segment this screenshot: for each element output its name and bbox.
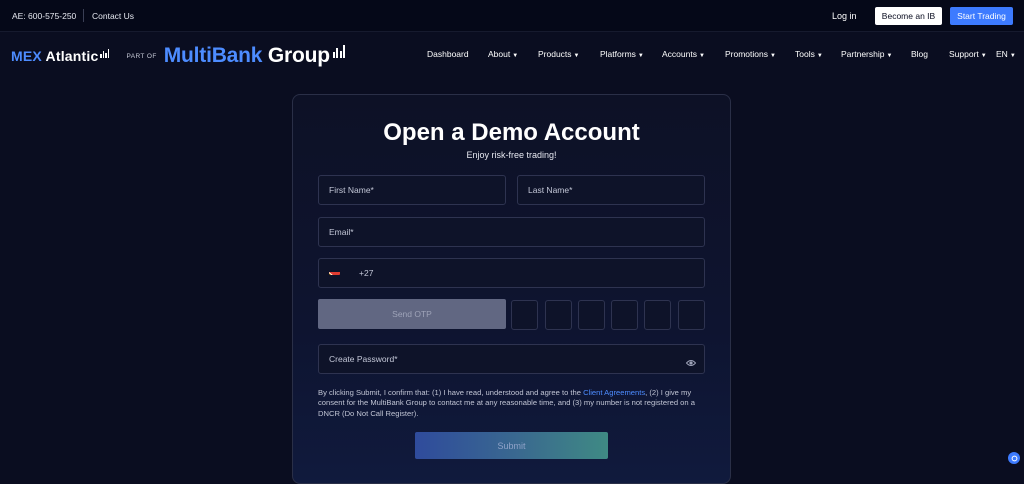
caret-down-icon: ▼: [1009, 53, 1016, 59]
password-field[interactable]: Create Password*: [318, 344, 705, 374]
send-otp-button[interactable]: Send OTP: [318, 299, 506, 329]
nav-label: Dashboard: [427, 49, 469, 59]
nav-label: EN: [996, 49, 1008, 59]
otp-digit-input[interactable]: [644, 300, 671, 330]
nav-item-tools[interactable]: Tools ▼: [795, 49, 823, 59]
email-field[interactable]: Email*: [318, 217, 705, 247]
eye-icon[interactable]: [685, 354, 697, 366]
nav-item-products[interactable]: Products ▼: [538, 49, 580, 59]
phone-number[interactable]: AE: 600-575-250: [12, 11, 76, 21]
nav-item-dashboard[interactable]: Dashboard: [427, 49, 471, 59]
phone-field[interactable]: +27: [318, 258, 705, 288]
nav-label: Partnership: [841, 49, 885, 59]
caret-down-icon: ▼: [816, 53, 823, 59]
contact-us-link[interactable]: Contact Us: [92, 11, 134, 21]
last-name-field[interactable]: Last Name*: [517, 175, 705, 205]
language-selector[interactable]: EN ▼: [996, 49, 1016, 59]
divider: [83, 9, 84, 22]
login-link[interactable]: Log in: [832, 11, 857, 21]
nav-item-accounts[interactable]: Accounts ▼: [662, 49, 705, 59]
nav-label: Support: [949, 49, 979, 59]
form-title: Open a Demo Account: [383, 119, 640, 146]
nav-label: Blog: [911, 49, 929, 59]
nav-label: Products: [538, 49, 572, 59]
consent-text: By clicking Submit, I confirm that: (1) …: [318, 388, 710, 419]
otp-digit-input[interactable]: [678, 300, 705, 330]
caret-down-icon: ▼: [886, 53, 893, 59]
nav-item-support[interactable]: Support ▼: [949, 49, 987, 59]
nav-item-about[interactable]: About ▼: [488, 49, 518, 59]
nav-label: About: [488, 49, 511, 59]
nav-label: Tools: [795, 49, 815, 59]
caret-down-icon: ▼: [512, 53, 519, 59]
nav-menu: Dashboard About ▼ Products ▼ Platforms ▼ Ac…: [0, 32, 1024, 78]
otp-digit-input[interactable]: [611, 300, 638, 330]
caret-down-icon: ▼: [698, 53, 705, 59]
nav-label: Accounts: [662, 49, 697, 59]
chat-icon[interactable]: [1008, 452, 1020, 464]
submit-button[interactable]: Submit: [415, 432, 608, 459]
become-ib-button[interactable]: Become an IB: [875, 7, 942, 25]
otp-digit-input[interactable]: [578, 300, 605, 330]
form-subtitle: Enjoy risk-free trading!: [466, 150, 557, 160]
nav-label: Promotions: [725, 49, 768, 59]
caret-down-icon: ▼: [573, 53, 580, 59]
nav-item-partnership[interactable]: Partnership ▼: [841, 49, 892, 59]
consent-text-part: By clicking Submit, I confirm that: (1) …: [318, 388, 584, 397]
main-nav: MEX Atlantic PART OF MultiBank Group Das…: [0, 32, 1024, 78]
caret-down-icon: ▼: [637, 53, 644, 59]
nav-item-promotions[interactable]: Promotions ▼: [725, 49, 776, 59]
caret-down-icon: ▼: [770, 53, 776, 59]
start-trading-button[interactable]: Start Trading: [950, 7, 1013, 25]
nav-label: Platforms: [600, 49, 636, 59]
south-africa-flag-icon[interactable]: [329, 267, 340, 275]
caret-down-icon: ▼: [980, 53, 987, 59]
first-name-field[interactable]: First Name*: [318, 175, 506, 205]
top-bar: AE: 600-575-250 Contact Us Log in Become…: [0, 0, 1024, 32]
nav-item-blog[interactable]: Blog: [911, 49, 930, 59]
otp-digit-input[interactable]: [511, 300, 538, 330]
nav-item-platforms[interactable]: Platforms ▼: [600, 49, 644, 59]
otp-digit-input[interactable]: [545, 300, 572, 330]
client-agreements-link[interactable]: Client Agreements: [583, 388, 645, 397]
